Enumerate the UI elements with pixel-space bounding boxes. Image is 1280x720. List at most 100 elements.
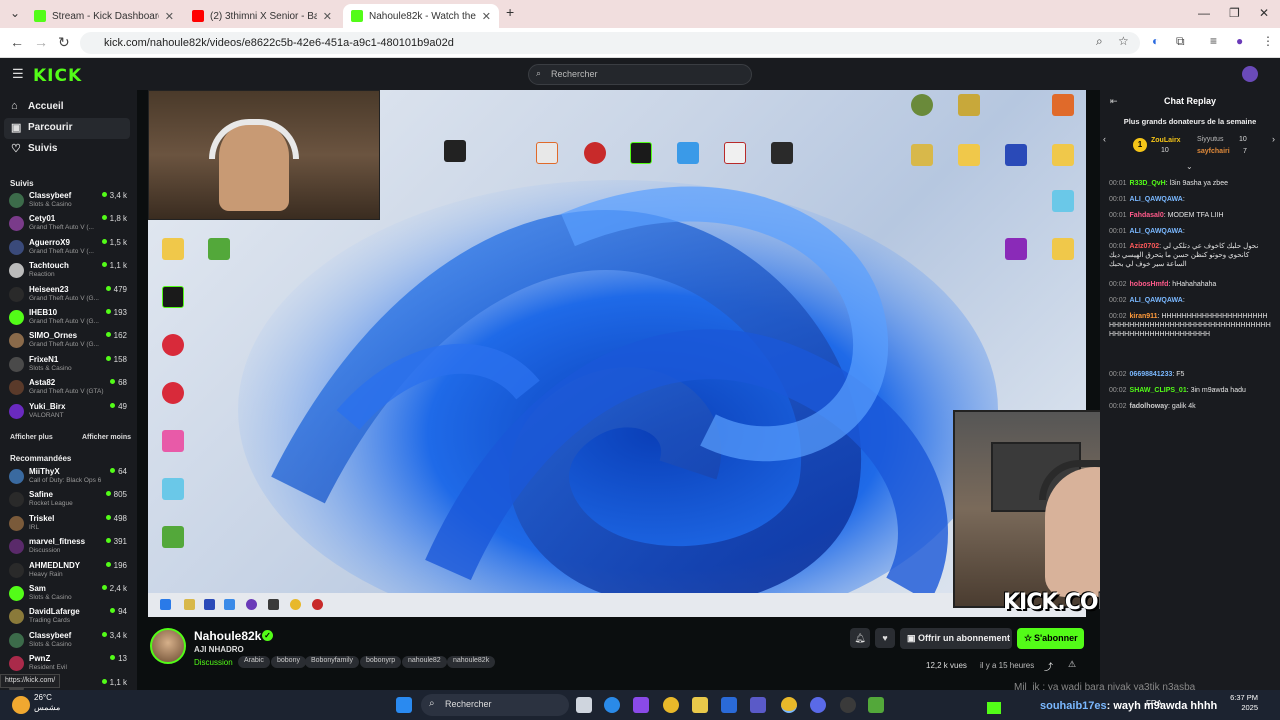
folder-desktop-icon[interactable] bbox=[958, 144, 980, 166]
windows-start-icon[interactable] bbox=[396, 697, 412, 713]
file-explorer-icon[interactable] bbox=[692, 697, 708, 713]
channel-row[interactable]: AHMEDLNDY Heavy Rain 196 bbox=[0, 560, 137, 583]
tag-chip[interactable]: bobony bbox=[271, 656, 306, 668]
chrome-icon[interactable] bbox=[663, 697, 679, 713]
stream-category[interactable]: Discussion bbox=[194, 658, 233, 667]
app-desktop-icon[interactable] bbox=[771, 142, 793, 164]
share-icon[interactable]: ⤴ bbox=[1044, 660, 1053, 673]
discord-icon[interactable] bbox=[810, 697, 826, 713]
chat-username[interactable]: ALI_QAWQAWA bbox=[1130, 297, 1183, 304]
chat-username[interactable]: Fahdasal0 bbox=[1130, 212, 1164, 219]
app-desktop-icon[interactable] bbox=[208, 238, 230, 260]
sidebar-nav-accueil[interactable]: ⌂ Accueil bbox=[4, 97, 130, 118]
channel-row[interactable]: Classybeef Slots & Casino 3,4 k bbox=[0, 190, 137, 213]
sidebar-nav-parcourir[interactable]: ▣ Parcourir bbox=[4, 118, 130, 139]
app-icon[interactable] bbox=[840, 697, 856, 713]
forward-icon[interactable]: → bbox=[34, 34, 48, 50]
chat-username[interactable]: hobosHmfd bbox=[1130, 281, 1169, 288]
follow-heart-button[interactable]: ♥ bbox=[875, 628, 895, 648]
minimize-icon[interactable]: — bbox=[1198, 6, 1210, 20]
close-window-icon[interactable]: ✕ bbox=[1259, 6, 1269, 20]
channel-row[interactable]: Heiseen23 Grand Theft Auto V (G... 479 bbox=[0, 284, 137, 307]
teams-icon[interactable] bbox=[750, 697, 766, 713]
channel-row[interactable]: Tachtouch Reaction 1,1 k bbox=[0, 260, 137, 283]
channel-row[interactable]: MiiThyX Call of Duty: Black Ops 6 64 bbox=[0, 466, 137, 489]
streamer-name[interactable]: Nahoule82k bbox=[194, 629, 261, 643]
tab-youtube[interactable]: (2) 3thimni X Senior - Babal ✕ bbox=[184, 4, 340, 28]
tag-chip[interactable]: nahoule82 bbox=[402, 656, 447, 668]
app-desktop-icon[interactable] bbox=[536, 142, 558, 164]
chat-username[interactable]: ALI_QAWQAWA bbox=[1130, 196, 1183, 203]
extensions-puzzle-icon[interactable]: ⧉ bbox=[1176, 34, 1185, 49]
home-desktop-icon[interactable] bbox=[1052, 94, 1074, 116]
extension-icon[interactable]: ◐ bbox=[1152, 34, 1159, 48]
prev-donor-icon[interactable]: ‹ bbox=[1103, 134, 1106, 144]
app-icon[interactable] bbox=[721, 697, 737, 713]
tab-kick-dashboard[interactable]: Stream - Kick Dashboard ✕ bbox=[26, 4, 182, 28]
kick-logo[interactable]: KICK bbox=[33, 66, 82, 86]
document-desktop-icon[interactable] bbox=[1005, 144, 1027, 166]
app-desktop-icon[interactable] bbox=[677, 142, 699, 164]
channel-row[interactable]: PwnZ Resident Evil 13 bbox=[0, 653, 137, 676]
channel-row[interactable]: FrixeN1 Slots & Casino 158 bbox=[0, 354, 137, 377]
channel-row[interactable]: marvel_fitness Discussion 391 bbox=[0, 536, 137, 559]
chrome-active-icon[interactable] bbox=[781, 697, 797, 713]
chat-username[interactable]: fadolhoway bbox=[1130, 403, 1169, 410]
subscribe-button[interactable]: ☆ S'abonner bbox=[1017, 628, 1084, 649]
notification-bell-button[interactable]: 🔔︎ bbox=[850, 628, 870, 648]
channel-row[interactable]: DavidLafarge Trading Cards 94 bbox=[0, 606, 137, 629]
channel-row[interactable]: Cety01 Grand Theft Auto V (... 1,8 k bbox=[0, 213, 137, 236]
folder-desktop-icon[interactable] bbox=[911, 144, 933, 166]
donor-name[interactable]: Siyyutus bbox=[1197, 136, 1223, 143]
channel-row[interactable]: Yuki_Birx VALORANT 49 bbox=[0, 401, 137, 424]
channel-row[interactable]: Asta82 Grand Theft Auto V (GTA) 68 bbox=[0, 377, 137, 400]
channel-row[interactable]: AguerroX9 Grand Theft Auto V (... 1,5 k bbox=[0, 237, 137, 260]
chat-username[interactable]: 06698841233 bbox=[1130, 371, 1173, 378]
show-more-link[interactable]: Afficher plus bbox=[10, 434, 53, 441]
restore-icon[interactable]: ❐ bbox=[1229, 6, 1240, 20]
hamburger-menu-icon[interactable]: ☰ bbox=[12, 66, 24, 82]
app-desktop-icon[interactable] bbox=[1052, 190, 1074, 212]
channel-row[interactable]: Sam Slots & Casino 2,4 k bbox=[0, 583, 137, 606]
chat-username[interactable]: SHAW_CLIPS_01 bbox=[1130, 387, 1187, 394]
donor-name[interactable]: ZouLairx bbox=[1151, 137, 1181, 144]
app-icon[interactable] bbox=[868, 697, 884, 713]
channel-row[interactable]: Classybeef Slots & Casino 3,4 k bbox=[0, 630, 137, 653]
task-view-icon[interactable] bbox=[576, 697, 592, 713]
app-desktop-icon[interactable] bbox=[162, 382, 184, 404]
tag-chip[interactable]: nahoule82k bbox=[447, 656, 496, 668]
search-input[interactable]: ⌕ Rechercher bbox=[528, 64, 752, 85]
close-tab-icon[interactable]: ✕ bbox=[482, 10, 491, 23]
bookmark-star-icon[interactable]: ☆ bbox=[1118, 34, 1129, 48]
expand-donors-icon[interactable]: ⌄ bbox=[1186, 162, 1193, 171]
url-field[interactable]: kick.com/nahoule82k/videos/e8622c5b-42e6… bbox=[80, 32, 1140, 54]
among-us-desktop-icon[interactable] bbox=[584, 142, 606, 164]
app-desktop-icon[interactable] bbox=[162, 430, 184, 452]
app-desktop-icon[interactable] bbox=[958, 94, 980, 116]
app-desktop-icon[interactable] bbox=[162, 286, 184, 308]
menu-dots-icon[interactable]: ⋮ bbox=[1262, 34, 1274, 48]
gta-desktop-icon[interactable] bbox=[162, 526, 184, 548]
close-tab-icon[interactable]: ✕ bbox=[323, 10, 332, 23]
tag-chip[interactable]: Bobonyfamily bbox=[305, 656, 360, 668]
channel-row[interactable]: Triskel IRL 498 bbox=[0, 513, 137, 536]
streamer-avatar[interactable] bbox=[150, 628, 186, 664]
new-tab-icon[interactable]: + bbox=[506, 4, 514, 20]
windows-search-box[interactable]: ⌕ Rechercher bbox=[421, 694, 569, 716]
chat-username[interactable]: R33D_QvH bbox=[1130, 180, 1166, 187]
tag-chip[interactable]: Arabic bbox=[238, 656, 270, 668]
tab-nahoule82k[interactable]: Nahoule82k - Watch the V ✕ bbox=[343, 4, 499, 28]
back-icon[interactable]: ← bbox=[10, 34, 24, 50]
app-desktop-icon[interactable] bbox=[162, 334, 184, 356]
close-tab-icon[interactable]: ✕ bbox=[165, 10, 174, 23]
channel-row[interactable]: IHEB10 Grand Theft Auto V (G... 193 bbox=[0, 307, 137, 330]
chat-username[interactable]: Aziz0702 bbox=[1130, 243, 1160, 250]
folder-desktop-icon[interactable] bbox=[1052, 144, 1074, 166]
epic-games-desktop-icon[interactable] bbox=[444, 140, 466, 162]
winrar-desktop-icon[interactable] bbox=[1005, 238, 1027, 260]
tag-chip[interactable]: bobonyrp bbox=[360, 656, 402, 668]
tab-list-icon[interactable]: ⌄ bbox=[10, 6, 20, 20]
reload-icon[interactable]: ↻ bbox=[58, 34, 70, 51]
app-desktop-icon[interactable] bbox=[911, 94, 933, 116]
app-desktop-icon[interactable] bbox=[162, 478, 184, 500]
